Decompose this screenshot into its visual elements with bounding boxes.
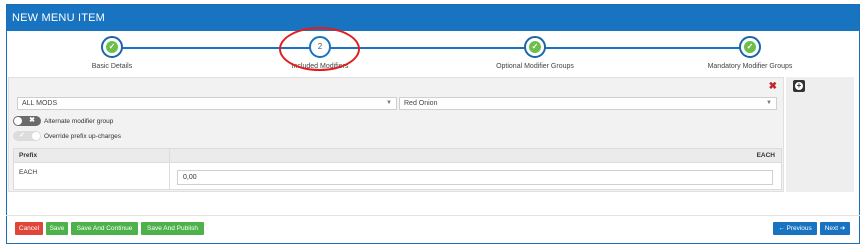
current-step-highlight-annotation (279, 27, 360, 71)
included-modifier-panel: ✖ ALL MODS ▼ Red Onion ▼ ✖ Alternate mod… (8, 77, 784, 192)
save-button[interactable]: Save (46, 222, 68, 235)
step-complete-indicator: ✓ (739, 36, 761, 58)
check-icon: ✓ (529, 41, 541, 53)
modifier-group-select[interactable]: ALL MODS ▼ (17, 97, 397, 110)
step-basic-details[interactable]: ✓ Basic Details (47, 36, 177, 70)
column-divider (169, 149, 170, 189)
step-complete-indicator: ✓ (524, 36, 546, 58)
chevron-down-icon: ▼ (766, 100, 772, 106)
step-label: Basic Details (91, 63, 133, 70)
check-icon: ✓ (19, 132, 25, 139)
side-column (786, 77, 854, 192)
check-icon: ✓ (106, 41, 118, 53)
save-and-publish-button[interactable]: Save And Publish (141, 222, 204, 235)
add-modifier-button[interactable]: + (793, 80, 805, 92)
remove-modifier-icon[interactable]: ✖ (769, 82, 777, 92)
step-optional-modifier-groups[interactable]: ✓ Optional Modifier Groups (470, 36, 600, 70)
wizard-connector-line (112, 47, 757, 49)
table-row-label: EACH (19, 169, 38, 176)
toggle-knob (14, 117, 22, 125)
step-complete-indicator: ✓ (101, 36, 123, 58)
each-price-input[interactable]: 0,00 (177, 170, 773, 185)
chevron-down-icon: ▼ (386, 100, 392, 106)
footer-divider (6, 215, 860, 216)
alternate-modifier-group-label: Alternate modifier group (44, 117, 114, 125)
table-header: Prefix EACH (14, 149, 781, 163)
modifier-group-value: ALL MODS (22, 100, 58, 107)
modifier-value: Red Onion (404, 100, 438, 107)
step-label: Mandatory Modifier Groups (707, 63, 793, 70)
previous-button[interactable]: ← Previous (773, 222, 817, 235)
cancel-button[interactable]: Cancel (15, 222, 43, 235)
modifier-select[interactable]: Red Onion ▼ (399, 97, 777, 110)
alternate-modifier-group-row: ✖ Alternate modifier group (13, 116, 113, 126)
column-header-prefix: Prefix (19, 152, 38, 159)
save-and-continue-button[interactable]: Save And Continue (71, 222, 138, 235)
alternate-modifier-group-toggle[interactable]: ✖ (13, 116, 41, 126)
wizard-steps: ✓ Basic Details 2 Included Modifiers ✓ O… (7, 31, 859, 81)
prefix-pricing-table: Prefix EACH EACH 0,00 (13, 148, 782, 190)
step-mandatory-modifier-groups[interactable]: ✓ Mandatory Modifier Groups (685, 36, 815, 70)
check-icon: ✓ (744, 41, 756, 53)
override-prefix-upcharges-label: Override prefix up-charges (44, 132, 121, 140)
toggle-knob (32, 132, 40, 140)
next-button[interactable]: Next ➔ (820, 222, 850, 235)
plus-icon: + (795, 81, 803, 90)
step-label: Optional Modifier Groups (496, 63, 574, 70)
x-icon: ✖ (29, 117, 35, 124)
column-header-each: EACH (756, 152, 775, 159)
override-prefix-upcharges-row: ✓ Override prefix up-charges (13, 131, 121, 141)
dialog-title: NEW MENU ITEM (7, 5, 859, 31)
override-prefix-upcharges-toggle[interactable]: ✓ (13, 131, 41, 141)
